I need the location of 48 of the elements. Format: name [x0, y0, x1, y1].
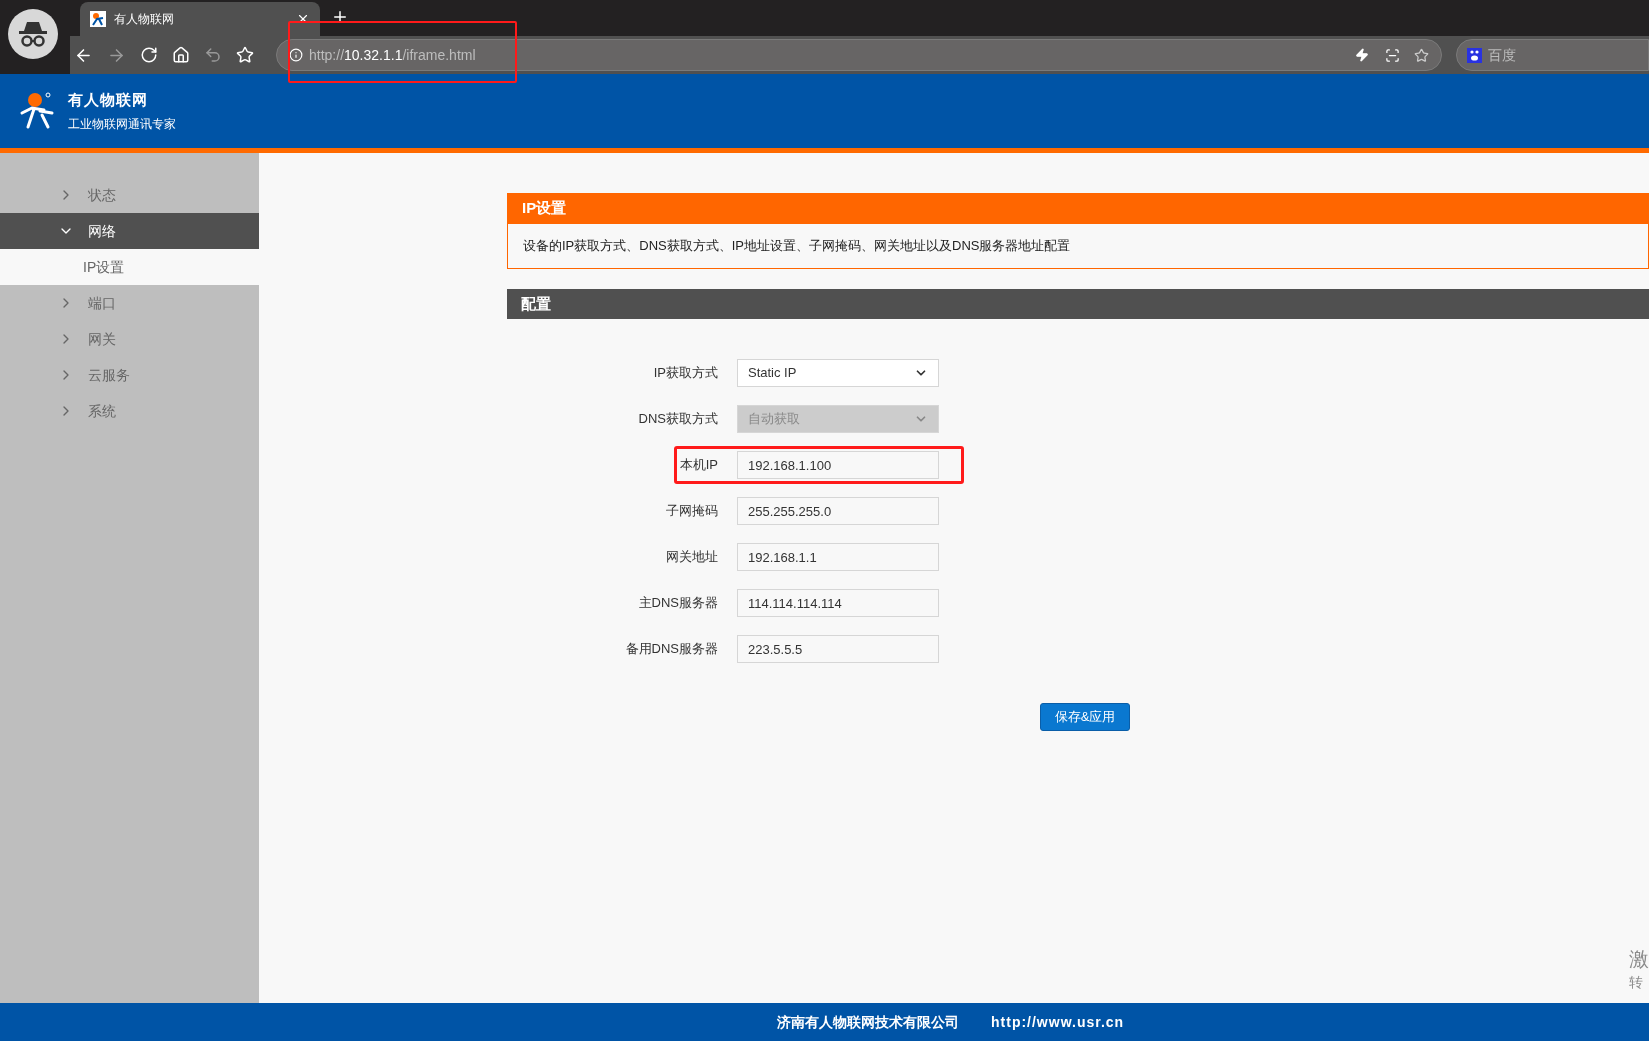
field-label: IP获取方式: [652, 364, 719, 383]
field-label: 主DNS服务器: [637, 594, 719, 613]
input-field[interactable]: 223.5.5.5: [737, 635, 939, 663]
field-label: 备用DNS服务器: [624, 640, 719, 659]
input-field[interactable]: 192.168.1.1: [737, 543, 939, 571]
tab-title: 有人物联网: [114, 11, 175, 28]
home-icon[interactable]: [172, 46, 190, 64]
sidebar-item[interactable]: 云服务: [0, 357, 259, 393]
description-panel: 设备的IP获取方式、DNS获取方式、IP地址设置、子网掩码、网关地址以及DNS服务器地址配置: [507, 224, 1649, 269]
company-name: 济南有人物联网技术有限公司: [777, 1012, 959, 1032]
os-overlay-text: 激: [1629, 947, 1649, 972]
select-field[interactable]: Static IP: [737, 359, 939, 387]
field-label: 网关地址: [665, 548, 719, 567]
bookmark-star-icon[interactable]: [1414, 47, 1429, 63]
address-bar[interactable]: http://10.32.1.1/iframe.html: [276, 39, 1442, 71]
search-box[interactable]: 百度: [1456, 39, 1649, 71]
website-link[interactable]: http://www.usr.cn: [991, 1011, 1125, 1033]
sidebar-item[interactable]: 系统: [0, 393, 259, 429]
star-icon[interactable]: [236, 46, 254, 64]
undo-icon[interactable]: [204, 46, 222, 64]
lightning-icon[interactable]: [1355, 48, 1369, 62]
input-field[interactable]: 255.255.255.0: [737, 497, 939, 525]
os-overlay-text: 转: [1629, 973, 1643, 992]
field-label: 子网掩码: [665, 502, 719, 521]
save-apply-button[interactable]: 保存&应用: [1040, 703, 1130, 731]
site-title: 有人物联网: [68, 90, 149, 111]
sidebar-item[interactable]: 网关: [0, 321, 259, 357]
search-engine-label: 百度: [1488, 45, 1516, 65]
sidebar-item[interactable]: 网络: [0, 213, 259, 249]
config-header: 配置: [507, 289, 1649, 319]
reload-icon[interactable]: [140, 46, 158, 64]
field-label: DNS获取方式: [637, 410, 719, 429]
info-icon[interactable]: [289, 48, 303, 62]
paw-icon: [1467, 47, 1482, 63]
input-field[interactable]: 114.114.114.114: [737, 589, 939, 617]
browser-tab[interactable]: 有人物联网: [80, 2, 320, 36]
scan-icon[interactable]: [1385, 47, 1400, 63]
logo-icon: [90, 11, 106, 27]
incognito-icon: [8, 9, 58, 59]
sidebar-item[interactable]: 状态: [0, 177, 259, 213]
url-text: http://10.32.1.1/iframe.html: [309, 45, 476, 65]
section-header: IP设置: [507, 193, 1649, 224]
field-label: 本机IP: [678, 456, 719, 475]
sidebar-subitem[interactable]: IP设置: [0, 249, 259, 285]
site-subtitle: 工业物联网通讯专家: [68, 115, 176, 133]
input-field[interactable]: 192.168.1.100: [737, 451, 939, 479]
sidebar-item[interactable]: 端口: [0, 285, 259, 321]
running-person-logo-icon: [18, 91, 56, 131]
